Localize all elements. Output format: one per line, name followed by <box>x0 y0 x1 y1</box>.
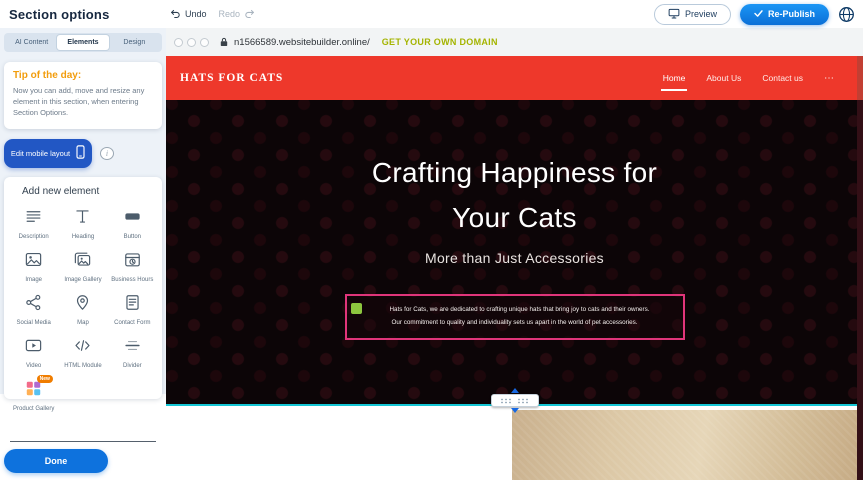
social-media-icon <box>24 293 43 317</box>
divider-icon <box>123 336 142 360</box>
hero-title-line1: Crafting Happiness for <box>372 150 657 195</box>
hero-section: Crafting Happiness for Your Cats More th… <box>166 100 863 406</box>
section-resize-handle[interactable] <box>491 388 539 413</box>
topbar-actions: Preview Re-Publish <box>654 0 855 28</box>
add-element-map[interactable]: Map <box>58 293 107 327</box>
drag-dots-icon <box>500 398 512 404</box>
image-icon <box>24 250 43 274</box>
add-element-description[interactable]: Description <box>9 207 58 241</box>
add-element-panel: Add new element Description Heading Butt… <box>4 177 162 399</box>
undo-button[interactable]: Undo <box>170 9 207 19</box>
map-icon <box>73 293 92 317</box>
monitor-icon <box>668 8 680 21</box>
info-icon[interactable]: i <box>100 147 114 160</box>
republish-label: Re-Publish <box>768 9 815 19</box>
sidebar-divider <box>10 441 156 442</box>
business-hours-icon <box>123 250 142 274</box>
tip-body: Now you can add, move and resize any ele… <box>13 86 153 119</box>
hero-paragraph-line2: Our commitment to quality and individual… <box>353 316 677 329</box>
edit-mobile-layout-button[interactable]: Edit mobile layout <box>4 139 92 168</box>
tab-design[interactable]: Design <box>109 35 160 50</box>
republish-button[interactable]: Re-Publish <box>740 4 829 25</box>
video-icon <box>24 336 43 360</box>
hero-paragraph-line1: Hats for Cats, we are dedicated to craft… <box>353 303 677 316</box>
undo-icon <box>170 9 181 19</box>
resize-handle-pill <box>491 394 539 407</box>
preview-label: Preview <box>685 9 717 19</box>
add-element-product-gallery[interactable]: New Product Gallery <box>9 379 58 413</box>
app: Section options Undo Redo Preview <box>0 0 863 480</box>
browser-bar: n1566589.websitebuilder.online/ GET YOUR… <box>166 28 863 56</box>
hero-title-line2: Your Cats <box>372 195 657 240</box>
nav-item-home[interactable]: Home <box>663 73 686 83</box>
window-dots <box>174 38 209 47</box>
resize-arrow-down-icon <box>511 408 519 413</box>
redo-label: Redo <box>219 9 241 19</box>
preview-button[interactable]: Preview <box>654 4 731 25</box>
tab-ai-content[interactable]: AI Content <box>6 35 57 50</box>
hero-title[interactable]: Crafting Happiness for Your Cats <box>372 150 657 240</box>
language-globe-icon[interactable] <box>838 6 855 23</box>
add-element-business-hours[interactable]: Business Hours <box>108 250 157 284</box>
add-element-social-media[interactable]: Social Media <box>9 293 58 327</box>
element-grid: Description Heading Button Image Image G… <box>9 207 157 414</box>
nav-item-about-us[interactable]: About Us <box>706 73 741 83</box>
image-gallery-icon <box>73 250 92 274</box>
contact-form-icon <box>123 293 142 317</box>
add-element-divider[interactable]: Divider <box>108 336 157 370</box>
undo-label: Undo <box>185 9 207 19</box>
hero-subtitle[interactable]: More than Just Accessories <box>425 250 604 266</box>
add-element-html-module[interactable]: HTML Module <box>58 336 107 370</box>
site-url: n1566589.websitebuilder.online/ <box>234 37 370 48</box>
get-your-own-domain-link[interactable]: GET YOUR OWN DOMAIN <box>382 37 498 47</box>
tab-elements[interactable]: Elements <box>57 35 108 50</box>
heading-icon <box>73 207 92 231</box>
add-element-video[interactable]: Video <box>9 336 58 370</box>
sidebar-tabs: AI Content Elements Design <box>4 33 162 52</box>
check-icon <box>754 9 763 19</box>
window-dot-icon <box>200 38 209 47</box>
sidebar: AI Content Elements Design Tip of the da… <box>0 28 166 480</box>
add-element-heading[interactable]: Heading <box>58 207 107 241</box>
site-header: HATS FOR CATS Home About Us Contact us ⋯ <box>166 56 863 100</box>
add-element-contact-form[interactable]: Contact Form <box>108 293 157 327</box>
phone-icon <box>76 145 85 161</box>
done-button[interactable]: Done <box>4 449 108 473</box>
next-section <box>166 406 863 480</box>
selected-text-element[interactable]: Hats for Cats, we are dedicated to craft… <box>345 294 685 340</box>
topbar: Section options Undo Redo Preview <box>0 0 863 28</box>
edit-mobile-label: Edit mobile layout <box>11 149 70 158</box>
preview-area: n1566589.websitebuilder.online/ GET YOUR… <box>166 28 863 480</box>
redo-icon <box>244 9 255 19</box>
nav-more-options-icon[interactable]: ⋯ <box>824 73 835 84</box>
page-title: Section options <box>9 7 110 22</box>
nav-item-contact-us[interactable]: Contact us <box>762 73 803 83</box>
window-dot-icon <box>174 38 183 47</box>
add-element-button[interactable]: Button <box>108 207 157 241</box>
add-element-image-gallery[interactable]: Image Gallery <box>58 250 107 284</box>
site-nav: Home About Us Contact us ⋯ <box>663 73 835 84</box>
new-badge: New <box>37 375 53 383</box>
tip-of-the-day-card: Tip of the day: Now you can add, move an… <box>4 62 162 129</box>
next-section-image[interactable] <box>512 410 857 480</box>
add-panel-title: Add new element <box>22 186 157 197</box>
description-icon <box>24 207 43 231</box>
resize-arrow-up-icon <box>511 388 519 393</box>
window-dot-icon <box>187 38 196 47</box>
drag-dots-icon <box>517 398 529 404</box>
add-element-image[interactable]: Image <box>9 250 58 284</box>
button-icon <box>123 207 142 231</box>
lock-icon <box>220 37 228 47</box>
text-element-handle[interactable] <box>351 303 362 314</box>
preview-scrollbar[interactable] <box>857 56 863 480</box>
html-module-icon <box>73 336 92 360</box>
site-logo[interactable]: HATS FOR CATS <box>180 72 283 84</box>
mobile-layout-row: Edit mobile layout i <box>4 139 162 168</box>
redo-button[interactable]: Redo <box>219 9 256 19</box>
tip-title: Tip of the day: <box>13 70 153 81</box>
undo-redo-group: Undo Redo <box>170 0 255 28</box>
